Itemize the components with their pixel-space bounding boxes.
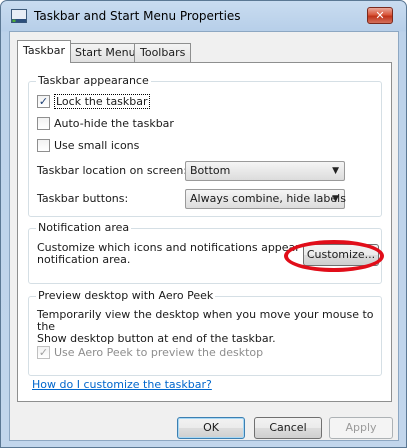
group-title-aero-peek: Preview desktop with Aero Peek [36,289,216,302]
checkmark-icon: ✓ [38,346,49,359]
location-label: Taskbar location on screen: [37,164,188,177]
tab-start-menu[interactable]: Start Menu [69,43,142,62]
buttons-value: Always combine, hide labels [190,192,346,205]
autohide-checkbox[interactable] [37,117,50,130]
group-taskbar-appearance: Taskbar appearance ✓ Lock the taskbar Au… [28,74,382,217]
dialog-client-area: Taskbar Start Menu Toolbars Taskbar appe… [9,31,399,441]
lock-taskbar-checkbox-row[interactable]: ✓ Lock the taskbar [37,94,150,109]
small-icons-checkbox-row[interactable]: Use small icons [37,138,139,153]
group-aero-peek: Preview desktop with Aero Peek Temporari… [28,289,382,376]
small-icons-label: Use small icons [54,139,140,152]
apply-button[interactable]: Apply [329,417,393,439]
location-dropdown[interactable]: Bottom ▼ [185,161,345,181]
tab-panel-taskbar: Taskbar appearance ✓ Lock the taskbar Au… [17,62,392,402]
lock-taskbar-checkbox[interactable]: ✓ [37,95,50,108]
aero-peek-description: Temporarily view the desktop when you mo… [37,309,381,345]
autohide-label: Auto-hide the taskbar [54,117,174,130]
aero-peek-label: Use Aero Peek to preview the desktop [54,346,264,359]
notification-description: Customize which icons and notifications … [37,242,335,266]
autohide-checkbox-row[interactable]: Auto-hide the taskbar [37,116,174,131]
notification-description-line2: notification area. [37,253,131,266]
chevron-down-icon: ▼ [332,166,339,176]
aero-peek-description-line1: Temporarily view the desktop when you mo… [37,308,374,333]
tab-taskbar[interactable]: Taskbar [17,40,71,63]
properties-window: Taskbar and Start Menu Properties ✕ Task… [0,0,407,448]
taskbar-app-icon [11,9,27,23]
location-value: Bottom [190,164,231,177]
close-icon: ✕ [375,9,385,22]
tab-toolbars[interactable]: Toolbars [134,43,192,62]
chevron-down-icon: ▼ [332,194,339,204]
help-link[interactable]: How do I customize the taskbar? [32,378,212,391]
customize-button[interactable]: Customize... [303,244,379,266]
small-icons-checkbox[interactable] [37,139,50,152]
window-title: Taskbar and Start Menu Properties [34,9,241,23]
aero-peek-checkbox-row[interactable]: ✓ Use Aero Peek to preview the desktop [37,345,263,360]
buttons-dropdown[interactable]: Always combine, hide labels ▼ [185,189,346,209]
ok-button[interactable]: OK [177,417,245,439]
close-button[interactable]: ✕ [367,7,393,24]
cancel-button[interactable]: Cancel [254,417,322,439]
buttons-label: Taskbar buttons: [37,192,129,205]
checkmark-icon: ✓ [38,95,49,108]
group-title-notification-area: Notification area [36,221,132,234]
lock-taskbar-label: Lock the taskbar [54,94,150,109]
group-notification-area: Notification area Customize which icons … [28,221,382,284]
aero-peek-description-line2: Show desktop button at end of the taskba… [37,332,276,345]
group-title-taskbar-appearance: Taskbar appearance [36,74,151,87]
title-bar[interactable]: Taskbar and Start Menu Properties ✕ [1,1,406,31]
aero-peek-checkbox[interactable]: ✓ [37,346,50,359]
